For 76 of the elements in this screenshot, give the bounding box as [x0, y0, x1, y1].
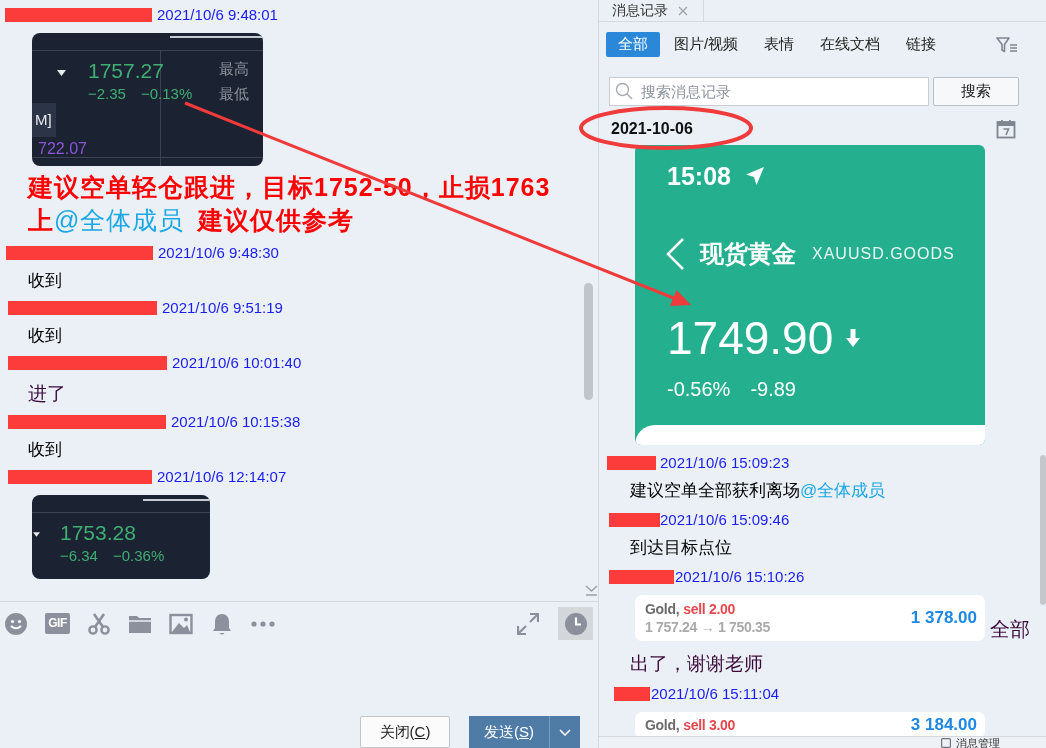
timestamp: 2021/10/6 9:48:01: [157, 7, 278, 23]
message-text: 收到: [28, 325, 62, 347]
message-text: 全部: [990, 617, 1030, 641]
clock-text: 15:08: [667, 161, 731, 191]
chevron-left-icon[interactable]: [665, 238, 685, 270]
clock-icon: [563, 611, 588, 636]
message-text: 收到: [28, 270, 62, 292]
chevron-down-icon[interactable]: [585, 585, 598, 596]
history-tab[interactable]: 消息记录: [599, 0, 704, 21]
filter-tab[interactable]: 链接: [894, 32, 949, 57]
order-text: sell 3.00: [683, 716, 736, 734]
symbol-text: XAUUSD.GOODS: [812, 244, 955, 264]
chevron-down-icon: [559, 728, 571, 736]
close-button[interactable]: 关闭(C): [360, 716, 450, 748]
checkbox-icon: [941, 737, 951, 748]
search-icon: [615, 82, 633, 100]
label-text: 最低: [219, 85, 249, 103]
timestamp: 2021/10/6 10:15:38: [171, 414, 301, 430]
more-icon[interactable]: [251, 620, 275, 627]
timestamp: 2021/10/6 12:14:07: [157, 469, 287, 485]
message-text: 收到: [28, 439, 62, 461]
image-icon[interactable]: [169, 611, 193, 636]
profit-text: 1 378.00: [910, 608, 977, 628]
caret-icon: [33, 532, 40, 537]
scrollbar-thumb[interactable]: [1040, 455, 1046, 605]
filter-tab[interactable]: 表情: [752, 32, 807, 57]
filter-tab[interactable]: 图片/视频: [662, 32, 751, 57]
scissors-icon[interactable]: [87, 611, 111, 636]
message-text: 进了: [28, 382, 66, 406]
timestamp: 2021/10/6 9:48:30: [158, 245, 279, 261]
dropdown-button[interactable]: [549, 716, 580, 748]
filter-tab[interactable]: 在线文档: [808, 32, 893, 57]
history-button[interactable]: [558, 607, 593, 640]
timestamp: 2021/10/6 15:11:04: [651, 686, 780, 702]
change-text: −6.34: [60, 547, 98, 565]
message-text: 到达目标点位: [630, 537, 732, 559]
bell-icon[interactable]: [210, 611, 234, 636]
filter-icon[interactable]: [996, 36, 1018, 53]
profit-text: 3 184.00: [910, 715, 977, 735]
title-text: 现货黄金: [700, 239, 796, 269]
scrollbar-thumb[interactable]: [584, 283, 593, 400]
timestamp: 2021/10/6 15:09:46: [660, 512, 790, 528]
manage-button[interactable]: 消息管理: [941, 736, 1000, 748]
percent-text: −0.13%: [140, 85, 193, 103]
search-field[interactable]: 搜索消息记录: [609, 77, 929, 106]
filter-tab[interactable]: 全部: [606, 32, 660, 57]
tag-label: M]: [32, 103, 56, 137]
caret-icon: [57, 70, 66, 76]
message-text: 出了，谢谢老师: [630, 652, 763, 676]
price-text: 1753.28: [60, 521, 136, 545]
expand-icon[interactable]: [517, 612, 539, 635]
level-text: 722.07: [38, 139, 87, 159]
timestamp: 2021/10/6 15:09:23: [660, 455, 790, 471]
smiley-icon[interactable]: [4, 611, 28, 636]
symbol-text: Gold,: [645, 716, 680, 734]
close-icon[interactable]: [678, 5, 688, 16]
message-text: 建议空单全部获利离场@全体成员: [630, 480, 886, 502]
change-text: −2.35: [88, 85, 126, 103]
timestamp: 2021/10/6 9:51:19: [162, 300, 283, 316]
calendar-icon[interactable]: [996, 119, 1016, 139]
order-text: sell 2.00: [683, 600, 736, 618]
percent-text: −0.36%: [112, 547, 165, 565]
symbol-text: Gold,: [645, 600, 680, 618]
send-button[interactable]: 发送(S): [469, 716, 549, 748]
price-text: 1749.90: [667, 312, 834, 364]
date-label: 2021-10-06: [611, 119, 693, 139]
timestamp: 2021/10/6 15:10:26: [675, 569, 805, 585]
timestamp: 2021/10/6 10:01:40: [172, 355, 302, 371]
percent-text: -0.56%: [667, 377, 731, 402]
arrow-down-icon: [845, 329, 862, 347]
label-text: 最高: [219, 60, 249, 78]
price-range-text: 1 757.24 → 1 750.35: [645, 618, 771, 636]
change-text: -9.89: [750, 377, 796, 402]
price-text: 1757.27: [88, 59, 164, 83]
location-arrow-icon: [744, 166, 765, 186]
search-button[interactable]: 搜索: [933, 77, 1019, 106]
